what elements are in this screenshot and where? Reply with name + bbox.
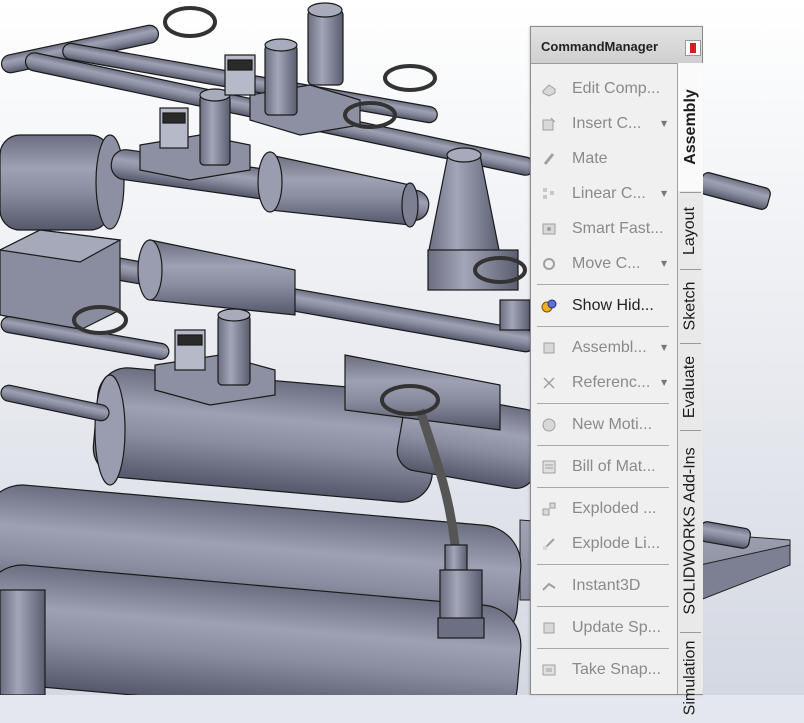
bill-of-materials-icon <box>542 460 556 473</box>
mate-button[interactable]: Mate <box>531 141 677 176</box>
show-hidden-button[interactable]: Show Hid... <box>531 288 677 323</box>
instant3d-button[interactable]: Instant3D <box>531 568 677 603</box>
bill-of-materials-button[interactable]: Bill of Mat... <box>531 449 677 484</box>
insert-components-icon <box>542 117 556 130</box>
pin-icon[interactable] <box>685 40 701 56</box>
move-component-label: Move C... <box>572 254 641 272</box>
separator <box>537 606 669 607</box>
update-speedpak-button[interactable]: Update Sp... <box>531 610 677 645</box>
move-component-button[interactable]: Move C... ▼ <box>531 246 677 281</box>
tab-sketch[interactable]: Sketch <box>678 270 703 342</box>
take-snapshot-button[interactable]: Take Snap... <box>531 652 677 687</box>
tab-layout[interactable]: Layout <box>678 193 703 268</box>
take-snapshot-label: Take Snap... <box>572 660 661 678</box>
reference-geometry-button[interactable]: Referenc... ▼ <box>531 365 677 400</box>
edit-component-icon <box>542 83 556 97</box>
new-motion-study-label: New Moti... <box>572 415 653 433</box>
command-manager-panel: CommandManager Edit Comp... Insert C... … <box>530 26 703 715</box>
chevron-down-icon[interactable]: ▼ <box>661 259 667 268</box>
update-speedpak-label: Update Sp... <box>572 618 661 636</box>
mate-icon <box>543 152 555 165</box>
chevron-down-icon[interactable]: ▼ <box>661 343 667 352</box>
smart-fasteners-icon <box>542 223 556 234</box>
tab-evaluate[interactable]: Evaluate <box>678 344 703 429</box>
assembly-features-label: Assembl... <box>572 338 647 356</box>
take-snapshot-icon <box>542 664 556 675</box>
separator <box>537 445 669 446</box>
tab-solidworks-add-ins[interactable]: SOLIDWORKS Add-Ins <box>678 431 703 631</box>
linear-pattern-button[interactable]: Linear C... ▼ <box>531 176 677 211</box>
chevron-down-icon[interactable]: ▼ <box>661 378 667 387</box>
separator <box>537 284 669 285</box>
assembly-features-icon <box>543 342 555 353</box>
explode-line-label: Explode Li... <box>572 534 661 552</box>
exploded-view-label: Exploded ... <box>572 499 657 517</box>
tab-assembly[interactable]: Assembly <box>678 63 703 191</box>
show-hidden-icon <box>541 299 557 312</box>
chevron-down-icon[interactable]: ▼ <box>661 119 667 128</box>
edit-component-label: Edit Comp... <box>572 79 661 97</box>
separator <box>537 326 669 327</box>
smart-fasteners-label: Smart Fast... <box>572 219 664 237</box>
tab-simulation[interactable]: Simulation <box>678 633 703 723</box>
explode-line-sketch-button[interactable]: Explode Li... <box>531 526 677 561</box>
separator <box>537 403 669 404</box>
reference-geometry-label: Referenc... <box>572 373 651 391</box>
update-speedpak-icon <box>543 622 555 633</box>
explode-line-icon <box>543 537 555 550</box>
new-motion-study-icon <box>542 418 556 431</box>
show-hidden-label: Show Hid... <box>572 296 654 314</box>
exploded-view-button[interactable]: Exploded ... <box>531 491 677 526</box>
tab-sketch-label: Sketch <box>681 281 699 331</box>
tab-simulation-label: Simulation <box>681 640 699 716</box>
separator <box>537 487 669 488</box>
tab-evaluate-label: Evaluate <box>681 355 699 418</box>
new-motion-study-button[interactable]: New Moti... <box>531 407 677 442</box>
reference-geometry-icon <box>543 376 555 389</box>
tab-assembly-label: Assembly <box>681 89 699 165</box>
command-manager-tabs: Assembly Layout Sketch Evaluate SOLIDWOR… <box>677 63 703 715</box>
tab-solidworks-add-ins-label: SOLIDWORKS Add-Ins <box>681 447 699 615</box>
assembly-features-button[interactable]: Assembl... ▼ <box>531 330 677 365</box>
smart-fasteners-button[interactable]: Smart Fast... <box>531 211 677 246</box>
tab-layout-label: Layout <box>681 206 699 255</box>
linear-pattern-icon <box>543 187 554 199</box>
instant3d-label: Instant3D <box>572 576 641 594</box>
command-manager-title: CommandManager <box>541 39 659 54</box>
separator <box>537 648 669 649</box>
linear-pattern-label: Linear C... <box>572 184 646 202</box>
chevron-down-icon[interactable]: ▼ <box>661 189 667 198</box>
command-list: Edit Comp... Insert C... ▼ Mate Linear C… <box>531 71 677 687</box>
exploded-view-icon <box>542 502 556 515</box>
separator <box>537 564 669 565</box>
insert-components-button[interactable]: Insert C... ▼ <box>531 106 677 141</box>
instant3d-icon <box>542 582 556 591</box>
edit-component-button[interactable]: Edit Comp... <box>531 71 677 106</box>
mate-label: Mate <box>572 149 608 167</box>
insert-components-label: Insert C... <box>572 114 642 132</box>
command-manager-header[interactable]: CommandManager <box>531 27 702 64</box>
move-component-icon <box>543 257 555 270</box>
bill-of-materials-label: Bill of Mat... <box>572 457 656 475</box>
